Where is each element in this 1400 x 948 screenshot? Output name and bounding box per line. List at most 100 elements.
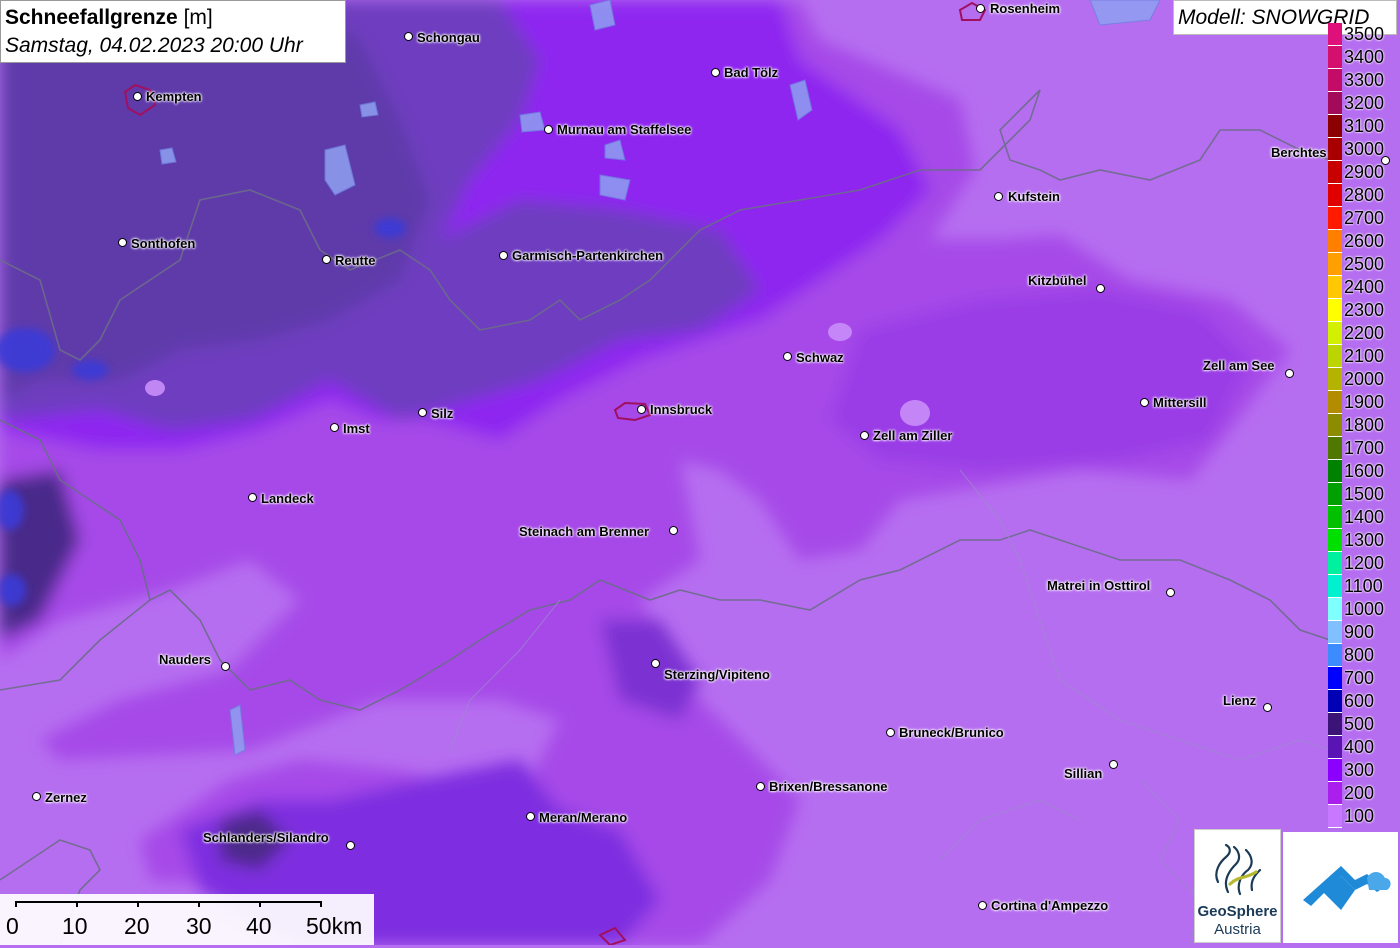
legend-label: 500: [1344, 714, 1375, 734]
city-marker: [976, 4, 985, 13]
city-marker: [1166, 588, 1175, 597]
legend-swatch: [1328, 46, 1342, 69]
legend-label: 2100: [1344, 346, 1385, 366]
city-marker: [711, 68, 720, 77]
legend-swatch: [1328, 690, 1342, 713]
city-marker: [330, 423, 339, 432]
legend-row: 900: [1328, 621, 1400, 644]
legend-label: 1500: [1344, 484, 1385, 504]
city-label: Matrei in Osttirol: [1047, 578, 1151, 593]
map-title-box: Schneefallgrenze [m] Samstag, 04.02.2023…: [0, 0, 346, 63]
city-label: Mittersill: [1153, 395, 1207, 410]
city-label: Kufstein: [1008, 189, 1060, 204]
legend-swatch: [1328, 552, 1342, 575]
city-marker: [1285, 369, 1294, 378]
legend-swatch: [1328, 437, 1342, 460]
legend-label: 2700: [1344, 208, 1385, 228]
map-datetime: Samstag, 04.02.2023 20:00 Uhr: [5, 34, 303, 57]
legend-swatch: [1328, 138, 1342, 161]
legend-swatch: [1328, 368, 1342, 391]
city-marker: [544, 125, 553, 134]
legend-row: 2400: [1328, 276, 1400, 299]
city-label: Zernez: [45, 790, 87, 805]
legend-label: 2400: [1344, 277, 1385, 297]
geosphere-logo: GeoSphere Austria: [1194, 829, 1281, 943]
scale-label: 40: [246, 913, 272, 939]
legend-label: 2500: [1344, 254, 1385, 274]
legend-swatch: [1328, 598, 1342, 621]
title-text: Schneefallgrenze: [5, 6, 178, 29]
city-marker: [418, 408, 427, 417]
legend-swatch: [1328, 92, 1342, 115]
legend-swatch: [1328, 299, 1342, 322]
city-label: Zell am See: [1203, 358, 1275, 373]
city-label: Cortina d'Ampezzo: [991, 898, 1109, 913]
city-label: Silz: [431, 406, 454, 421]
city-marker: [637, 405, 646, 414]
legend-swatch: [1328, 322, 1342, 345]
legend-row: 1000: [1328, 598, 1400, 621]
city-marker: [783, 352, 792, 361]
legend-label: 3200: [1344, 93, 1385, 113]
city-label: Bad Tölz: [724, 65, 779, 80]
legend-label: 3100: [1344, 116, 1385, 136]
legend-label: 700: [1344, 668, 1375, 688]
scale-tick: [137, 901, 139, 907]
snowline-map[interactable]: [0, 0, 1400, 945]
geosphere-sub: Austria: [1214, 921, 1261, 938]
legend-label: 1200: [1344, 553, 1385, 573]
legend-label: 2000: [1344, 369, 1385, 389]
city-label: Reutte: [335, 253, 376, 268]
city-marker: [994, 192, 1003, 201]
legend-row: 2100: [1328, 345, 1400, 368]
scale-label: 30: [186, 913, 212, 939]
legend-row: 1200: [1328, 552, 1400, 575]
legend-row: 2000: [1328, 368, 1400, 391]
city-label: Bruneck/Brunico: [899, 725, 1004, 740]
city-marker: [1381, 156, 1390, 165]
scale-label: 10: [62, 913, 88, 939]
city-marker: [669, 526, 678, 535]
legend-swatch: [1328, 23, 1342, 46]
city-marker: [322, 255, 331, 264]
city-label: Kempten: [146, 89, 202, 104]
city-marker: [1140, 398, 1149, 407]
legend-row: 3300: [1328, 69, 1400, 92]
city-marker: [1109, 760, 1118, 769]
legend-swatch: [1328, 667, 1342, 690]
legend-row: 2600: [1328, 230, 1400, 253]
legend-row: 600: [1328, 690, 1400, 713]
city-marker: [651, 659, 660, 668]
legend-row: 2200: [1328, 322, 1400, 345]
legend-swatch: [1328, 276, 1342, 299]
legend-row: 2700: [1328, 207, 1400, 230]
city-marker: [221, 662, 230, 671]
legend-label: 3400: [1344, 47, 1385, 67]
city-label: Kitzbühel: [1028, 273, 1087, 288]
legend-row: 400: [1328, 736, 1400, 759]
city-marker: [978, 901, 987, 910]
legend-row: 1100: [1328, 575, 1400, 598]
legend-label: 1000: [1344, 599, 1385, 619]
city-marker: [860, 431, 869, 440]
city-label: Zell am Ziller: [873, 428, 953, 443]
city-label: Berchtes: [1271, 145, 1327, 160]
legend-swatch: [1328, 230, 1342, 253]
scale-bar: 0 10 20 30 40 50km: [0, 894, 374, 945]
scale-label: 0: [6, 913, 19, 939]
geosphere-icon: [1215, 843, 1262, 896]
city-marker: [526, 812, 535, 821]
legend-label: 2200: [1344, 323, 1385, 343]
legend-row: 300: [1328, 759, 1400, 782]
city-label: Meran/Merano: [539, 810, 628, 825]
scale-label: 20: [124, 913, 150, 939]
legend-swatch: [1328, 460, 1342, 483]
legend-swatch: [1328, 207, 1342, 230]
scale-tick: [198, 901, 200, 907]
city-label: Rosenheim: [990, 1, 1061, 16]
legend-label: 2900: [1344, 162, 1385, 182]
legend-label: 300: [1344, 760, 1375, 780]
legend-swatch: [1328, 621, 1342, 644]
city-marker: [346, 841, 355, 850]
city-marker: [1263, 703, 1272, 712]
